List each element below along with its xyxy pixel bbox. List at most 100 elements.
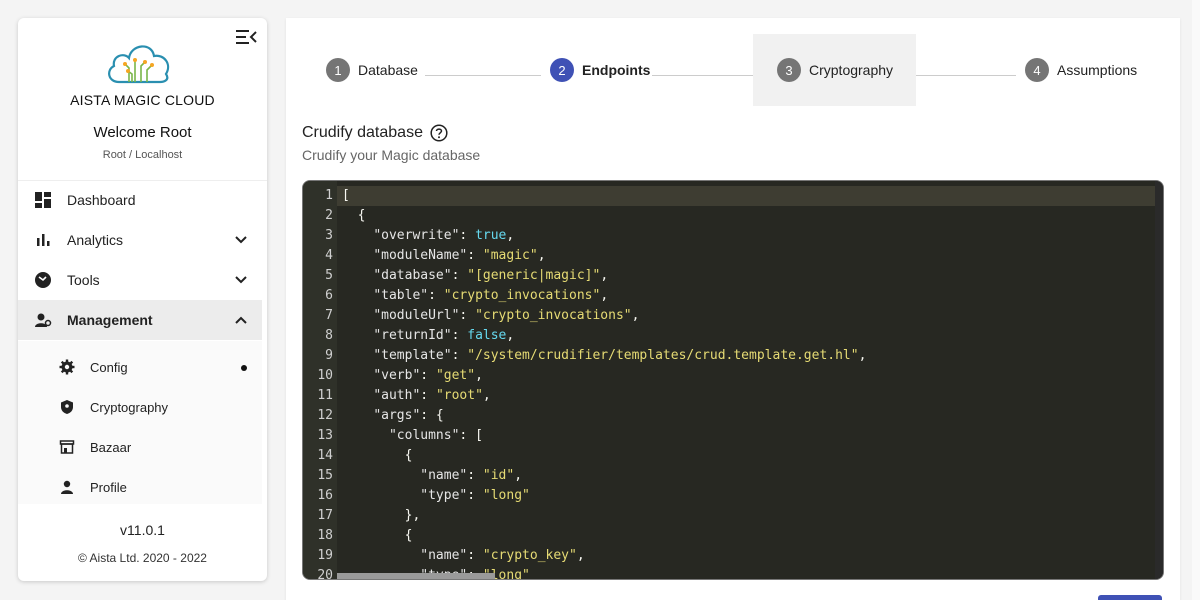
code-line: 19 "name": "crypto_key", [303,546,584,566]
sidebar-item-label: Analytics [67,232,124,248]
welcome-text: Welcome Root [93,124,192,141]
step-label: Endpoints [582,62,651,78]
code-line: 17 }, [303,506,420,526]
submenu-item-cryptography[interactable]: Cryptography [18,388,262,428]
submenu-item-profile[interactable]: Profile [18,468,262,508]
dashboard-icon [35,192,51,208]
code-line: 16 "type": "long" [303,486,530,506]
line-number: 8 [325,328,333,343]
code-text: { [342,448,413,463]
line-number: 10 [317,368,333,383]
line-number: 9 [325,348,333,363]
manage-accounts-icon [35,313,52,327]
line-number: 19 [317,548,333,563]
sidebar-item-management[interactable]: Management [18,300,262,340]
step-connector [901,75,1016,76]
step-cryptography[interactable]: 3 Cryptography [753,34,916,106]
step-number: 4 [1025,58,1049,82]
gear-icon [59,359,75,375]
code-line: 8 "returnId": false, [303,326,514,346]
next-button[interactable] [1098,595,1162,600]
stepper: 1 Database 2 Endpoints 3 Cryptography 4 … [286,34,1180,106]
step-number: 3 [777,58,801,82]
bar-chart-icon [37,234,50,246]
sidebar-item-analytics[interactable]: Analytics [18,220,262,260]
line-number: 16 [317,488,333,503]
line-number: 14 [317,448,333,463]
line-number: 1 [325,188,333,203]
editor-horizontal-scrollbar[interactable] [337,573,495,579]
management-submenu: Config Cryptography Bazaar Profile [18,341,262,504]
page-scrollbar[interactable] [1192,0,1200,600]
shield-icon [61,400,73,414]
sidebar-item-tools[interactable]: Tools [18,260,262,300]
code-text: "args": { [373,408,444,423]
code-text: "table": "crypto_invocations", [373,288,609,303]
sidebar-item-label: Management [67,312,153,328]
code-line: 1[ [303,186,350,206]
submenu-item-label: Cryptography [90,400,169,415]
brand-name: AISTA MAGIC CLOUD [70,92,215,108]
editor-active-line [337,186,1155,206]
chevron-down-icon [235,236,247,244]
step-number: 1 [326,58,350,82]
line-number: 13 [317,428,333,443]
code-line: 9 "template": "/system/crudifier/templat… [303,346,866,366]
step-endpoints[interactable]: 2 Endpoints [550,34,650,106]
main-card: 1 Database 2 Endpoints 3 Cryptography 4 … [286,18,1180,600]
step-number: 2 [550,58,574,82]
code-text: "name": "crypto_key", [420,548,585,563]
step-label: Assumptions [1057,62,1138,78]
chevron-up-icon [235,316,247,324]
code-text: "returnId": false, [373,328,515,343]
code-line: 12 "args": { [303,406,443,426]
line-number: 11 [317,388,333,403]
code-text: "auth": "root", [373,388,491,403]
line-number: 4 [325,248,333,263]
code-line: 20 "type": "long" [303,566,530,580]
section-subtitle: Crudify your Magic database [302,147,481,163]
code-text: "columns": [ [388,428,483,443]
user-context: Root / Localhost [102,149,183,161]
code-line: 15 "name": "id", [303,466,522,486]
sidebar-item-dashboard[interactable]: Dashboard [18,180,262,220]
code-text: "moduleUrl": "crypto_invocations", [373,308,640,323]
code-line: 7 "moduleUrl": "crypto_invocations", [303,306,639,326]
sidebar-item-label: Tools [67,272,100,288]
line-number: 5 [325,268,333,283]
code-line: 14 { [303,446,412,466]
code-line: 13 "columns": [ [303,426,483,446]
cloud-logo-icon [108,45,170,84]
line-number: 20 [317,568,333,580]
step-assumptions[interactable]: 4 Assumptions [1025,34,1137,106]
code-text: { [342,528,413,543]
editor-vertical-scrollbar[interactable] [1155,181,1163,579]
code-text: }, [342,508,421,523]
help-icon[interactable] [430,124,448,142]
submenu-item-config[interactable]: Config [18,348,262,388]
line-number: 2 [325,208,333,223]
chevron-down-icon [235,276,247,284]
sidebar: AISTA MAGIC CLOUD Welcome Root Root / Lo… [18,18,267,581]
line-number: 3 [325,228,333,243]
code-line: 6 "table": "crypto_invocations", [303,286,608,306]
code-line: 11 "auth": "root", [303,386,490,406]
submenu-item-label: Bazaar [90,440,132,455]
step-label: Cryptography [809,62,894,78]
code-line: 10 "verb": "get", [303,366,483,386]
code-text: "moduleName": "magic", [373,248,546,263]
code-text: "name": "id", [420,468,523,483]
code-text: "verb": "get", [373,368,483,383]
step-database[interactable]: 1 Database [326,34,418,106]
code-text: { [342,208,366,223]
code-text: [ [342,188,350,203]
active-indicator-dot [241,365,247,371]
submenu-item-bazaar[interactable]: Bazaar [18,428,262,468]
step-connector [425,75,541,76]
code-line: 4 "moduleName": "magic", [303,246,545,266]
sidebar-item-label: Dashboard [67,192,136,208]
code-line: 18 { [303,526,412,546]
code-editor[interactable]: 1[2 {3 "overwrite": true, 4 "moduleName":… [302,180,1164,580]
line-number: 7 [325,308,333,323]
copyright-label: © Aista Ltd. 2020 - 2022 [78,551,207,565]
